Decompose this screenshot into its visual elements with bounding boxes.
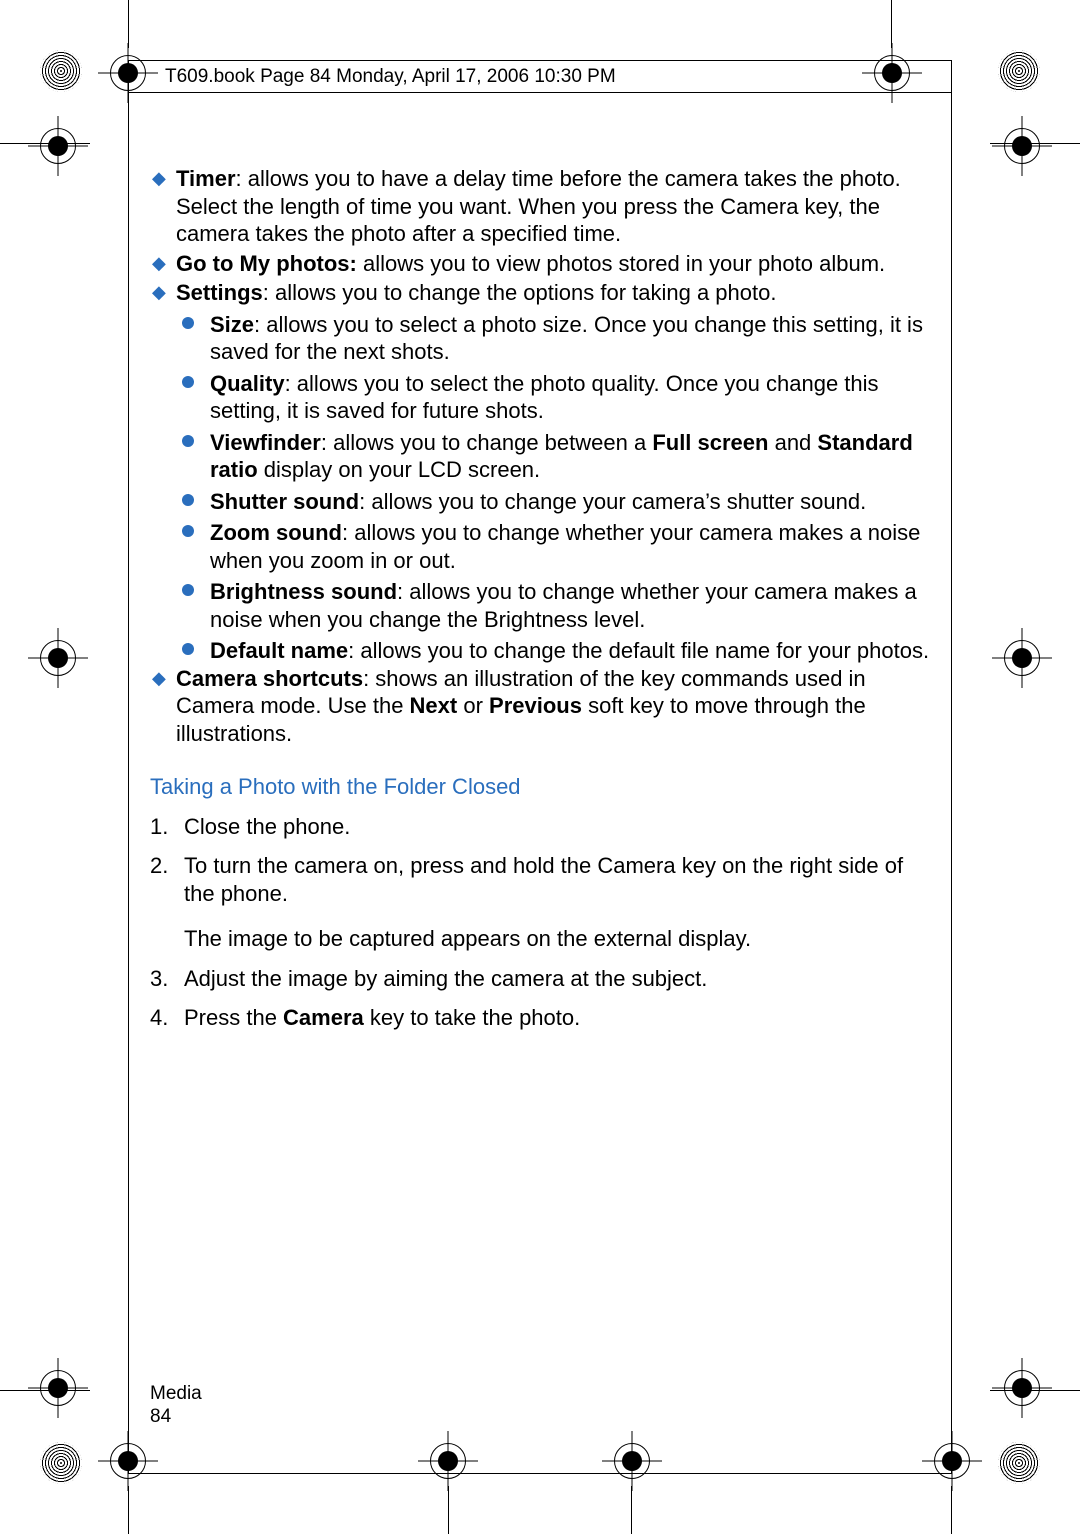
list-item: Brightness sound: allows you to change w… — [176, 578, 930, 633]
item-text: : allows you to select a photo size. Onc… — [210, 312, 923, 365]
list-item: 4. Press the Camera key to take the phot… — [150, 1004, 930, 1032]
registration-crosshair-icon — [1004, 640, 1040, 676]
step-text: key to take the photo. — [364, 1005, 580, 1030]
item-text: : allows you to change your camera’s shu… — [359, 489, 866, 514]
list-item: Zoom sound: allows you to change whether… — [176, 519, 930, 574]
step-text: The image to be captured appears on the … — [184, 926, 751, 951]
item-text: allows you to view photos stored in your… — [357, 251, 885, 276]
step-number: 1. — [150, 813, 168, 841]
footer-section: Media — [150, 1383, 202, 1406]
list-item: Shutter sound: allows you to change your… — [176, 488, 930, 516]
item-label: Brightness sound — [210, 579, 397, 604]
list-item: Camera shortcuts: shows an illustration … — [150, 665, 930, 748]
item-bold: Previous — [489, 693, 582, 718]
step-number: 4. — [150, 1004, 168, 1032]
list-item: The image to be captured appears on the … — [150, 925, 930, 953]
item-text: or — [457, 693, 489, 718]
item-label: Quality — [210, 371, 285, 396]
registration-crosshair-icon — [40, 640, 76, 676]
step-text: To turn the camera on, press and hold th… — [184, 853, 903, 906]
list-item: Size: allows you to select a photo size.… — [176, 311, 930, 366]
list-item: 1. Close the phone. — [150, 813, 930, 841]
list-item: Default name: allows you to change the d… — [176, 637, 930, 665]
item-label: Default name — [210, 638, 348, 663]
registration-crosshair-icon — [40, 1370, 76, 1406]
registration-spiral-icon — [40, 50, 82, 92]
list-item: 3. Adjust the image by aiming the camera… — [150, 965, 930, 993]
list-item: Viewfinder: allows you to change between… — [176, 429, 930, 484]
item-text: : allows you to have a delay time before… — [176, 166, 901, 246]
item-text: and — [768, 430, 817, 455]
step-bold: Camera — [283, 1005, 364, 1030]
item-text: : allows you to change the default file … — [348, 638, 929, 663]
list-item: Settings: allows you to change the optio… — [150, 279, 930, 307]
registration-spiral-icon — [998, 1442, 1040, 1484]
section-title: Taking a Photo with the Folder Closed — [150, 773, 930, 801]
list-item: 2. To turn the camera on, press and hold… — [150, 852, 930, 907]
item-label: Settings — [176, 280, 263, 305]
page-content: Timer: allows you to have a delay time b… — [150, 165, 930, 1032]
item-label: Go to My photos: — [176, 251, 357, 276]
step-text: Press the — [184, 1005, 283, 1030]
item-bold: Full screen — [652, 430, 768, 455]
item-label: Shutter sound — [210, 489, 359, 514]
list-item: Go to My photos: allows you to view phot… — [150, 250, 930, 278]
registration-spiral-icon — [40, 1442, 82, 1484]
registration-crosshair-icon — [40, 128, 76, 164]
page-header: T609.book Page 84 Monday, April 17, 2006… — [165, 66, 616, 88]
footer-page-number: 84 — [150, 1406, 202, 1429]
item-label: Size — [210, 312, 254, 337]
list-item: Quality: allows you to select the photo … — [176, 370, 930, 425]
item-label: Viewfinder — [210, 430, 321, 455]
page-footer: Media 84 — [150, 1383, 202, 1429]
item-label: Timer — [176, 166, 236, 191]
item-text: : allows you to change between a — [321, 430, 652, 455]
item-bold: Next — [410, 693, 458, 718]
registration-crosshair-icon — [1004, 1370, 1040, 1406]
item-text: display on your LCD screen. — [258, 457, 540, 482]
step-text: Adjust the image by aiming the camera at… — [184, 966, 707, 991]
item-label: Zoom sound — [210, 520, 342, 545]
registration-spiral-icon — [998, 50, 1040, 92]
item-label: Camera shortcuts — [176, 666, 363, 691]
list-item: Timer: allows you to have a delay time b… — [150, 165, 930, 248]
step-number: 2. — [150, 852, 168, 880]
registration-crosshair-icon — [1004, 128, 1040, 164]
item-text: : allows you to select the photo quality… — [210, 371, 879, 424]
item-text: : allows you to change the options for t… — [263, 280, 777, 305]
step-text: Close the phone. — [184, 814, 350, 839]
step-number: 3. — [150, 965, 168, 993]
